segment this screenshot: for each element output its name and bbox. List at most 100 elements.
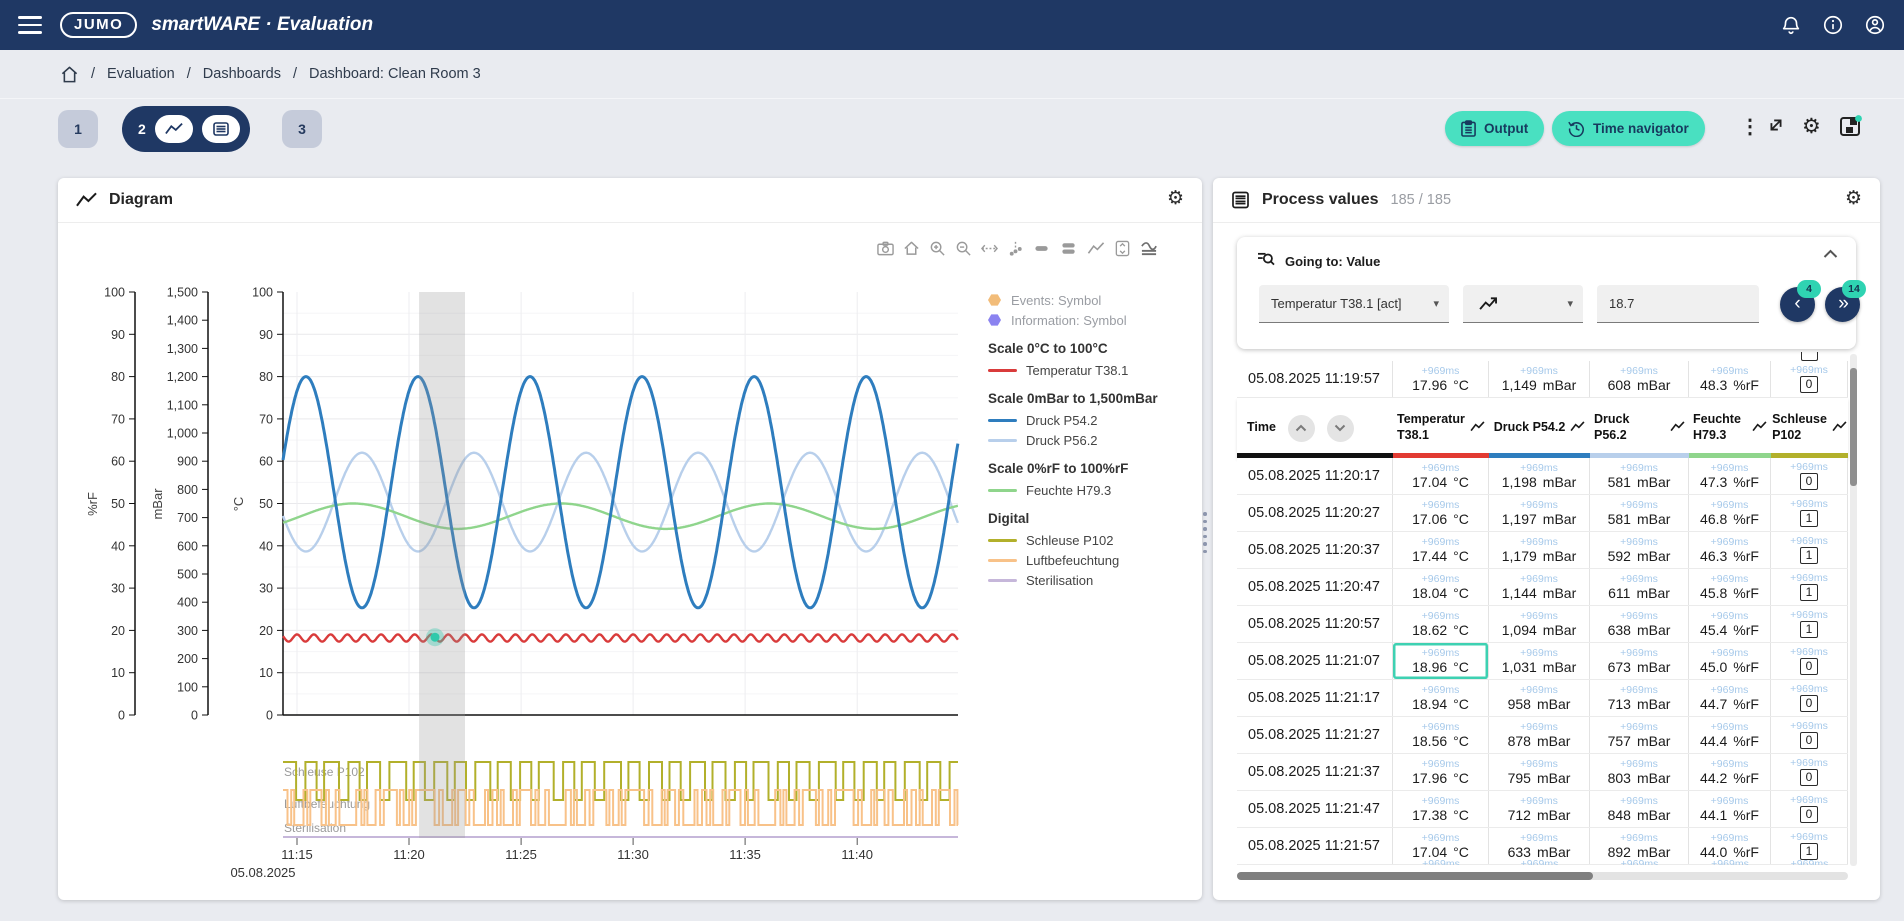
series-line-icon — [1752, 419, 1767, 437]
legend-series-item[interactable]: Druck P56.2 — [988, 430, 1193, 450]
series-line-icon — [1670, 419, 1685, 437]
output-button[interactable]: Output — [1445, 111, 1544, 146]
page-settings-gear-icon[interactable]: ⚙ — [1802, 114, 1821, 139]
sort-down-button[interactable] — [1327, 415, 1354, 442]
table-row[interactable]: 05.08.2025 11:20:57+969ms18.62°C+969ms1,… — [1237, 606, 1848, 643]
ms-offset: +969ms — [1711, 500, 1749, 511]
info-icon[interactable] — [1822, 14, 1844, 36]
breadcrumb-separator: / — [293, 66, 297, 82]
value-cell: +969ms581mBar — [1590, 458, 1689, 494]
table-row[interactable]: 05.08.2025 11:21:37+969ms17.96°C+969ms79… — [1237, 754, 1848, 791]
hexagon-marker-icon — [988, 294, 1001, 306]
column-header[interactable]: Feuchte H79.3 — [1689, 398, 1771, 458]
value-cell: +969ms0 — [1771, 754, 1848, 790]
tab-page-3[interactable]: 3 — [282, 110, 322, 148]
goto-next-button[interactable]: » 14 — [1825, 287, 1860, 322]
account-icon[interactable] — [1864, 14, 1886, 36]
column-header[interactable]: Druck P56.2 — [1590, 398, 1689, 458]
home-icon[interactable] — [60, 65, 79, 84]
value-cell: +969ms17.96°C — [1393, 361, 1489, 397]
value-cell: +969ms46.8%rF — [1689, 495, 1771, 531]
time-cell: 05.08.2025 11:19:57 — [1237, 361, 1393, 397]
process-values-gear-icon[interactable]: ⚙ — [1845, 187, 1862, 209]
clipboard-icon — [1461, 120, 1476, 137]
table-row[interactable]: 05.08.2025 11:21:07+969ms18.96°C+969ms1,… — [1237, 643, 1848, 680]
value-cell: +969ms878mBar — [1489, 717, 1590, 753]
ms-offset: +969ms — [1711, 722, 1749, 733]
column-header-time[interactable]: Time — [1237, 398, 1393, 458]
diagram-view-toggle[interactable] — [155, 115, 193, 143]
more-options-kebab-icon[interactable]: ⋮ — [1740, 114, 1760, 139]
ms-offset: +969ms — [1790, 499, 1828, 510]
digital-value-box: 1 — [1800, 621, 1818, 638]
svg-text:700: 700 — [177, 511, 198, 525]
svg-text:1,300: 1,300 — [167, 342, 198, 356]
tab-page-2-active[interactable]: 2 — [122, 106, 250, 152]
legend-series-item[interactable]: Luftbefeuchtung — [988, 550, 1193, 570]
svg-text:11:20: 11:20 — [393, 847, 425, 862]
save-dashboard-icon[interactable] — [1838, 114, 1862, 143]
ms-offset: +969ms — [1790, 462, 1828, 473]
table-view-toggle[interactable] — [202, 115, 240, 143]
ms-offset: +969ms — [1790, 758, 1828, 769]
tab-page-1[interactable]: 1 — [58, 110, 98, 148]
legend-scale-title: Scale 0mBar to 1,500mBar — [988, 391, 1193, 406]
hamburger-menu-icon[interactable] — [18, 16, 42, 34]
table-row[interactable]: 05.08.2025 11:21:47+969ms17.38°C+969ms71… — [1237, 791, 1848, 828]
legend-series-item[interactable]: Schleuse P102 — [988, 530, 1193, 550]
table-row[interactable]: 05.08.2025 11:20:27+969ms17.06°C+969ms1,… — [1237, 495, 1848, 532]
legend-symbol-item[interactable]: Information: Symbol — [988, 310, 1193, 330]
legend-series-item[interactable]: Sterilisation — [988, 570, 1193, 590]
legend-series-item[interactable]: Temperatur T38.1 — [988, 360, 1193, 380]
legend-series-item[interactable]: Druck P54.2 — [988, 410, 1193, 430]
digital-value-box: 1 — [1800, 584, 1818, 601]
sort-up-button[interactable] — [1288, 415, 1315, 442]
svg-text:1,500: 1,500 — [167, 286, 198, 300]
table-row[interactable]: 05.08.2025 11:21:27+969ms18.56°C+969ms87… — [1237, 717, 1848, 754]
ms-offset: +969ms — [1422, 833, 1460, 844]
value-cell: +969ms1,179mBar — [1489, 532, 1590, 568]
goto-previous-button[interactable]: ‹ 4 — [1780, 287, 1815, 322]
notifications-bell-icon[interactable] — [1780, 14, 1802, 36]
signal-select[interactable]: Temperatur T38.1 [act] ▾ — [1259, 285, 1449, 323]
table-row[interactable]: 05.08.2025 11:20:17+969ms17.04°C+969ms1,… — [1237, 458, 1848, 495]
ms-offset: +969ms — [1422, 463, 1460, 474]
time-cell: 05.08.2025 11:21:07 — [1237, 643, 1393, 679]
series-line-icon — [1570, 419, 1585, 437]
value-cell: +969ms44.4%rF — [1689, 717, 1771, 753]
svg-text:50: 50 — [259, 497, 273, 511]
ms-offset: +969ms — [1422, 574, 1460, 585]
svg-text:70: 70 — [259, 412, 273, 426]
column-header[interactable]: Schleuse P102 — [1771, 398, 1848, 458]
table-vertical-scrollbar[interactable] — [1850, 354, 1857, 866]
time-navigator-button[interactable]: Time navigator — [1552, 111, 1705, 146]
chevron-down-icon: ▾ — [1567, 297, 1573, 310]
fullscreen-expand-icon[interactable] — [1765, 114, 1787, 141]
breadcrumb-evaluation[interactable]: Evaluation — [107, 66, 175, 82]
panel-resize-handle[interactable] — [1203, 512, 1207, 553]
table-horizontal-scrollbar[interactable] — [1237, 872, 1848, 880]
table-row[interactable]: 05.08.2025 11:21:17+969ms18.94°C+969ms95… — [1237, 680, 1848, 717]
column-header[interactable]: Temperatur T38.1 — [1393, 398, 1489, 458]
table-row[interactable]: 05.08.2025 11:20:47+969ms18.04°C+969ms1,… — [1237, 569, 1848, 606]
breadcrumb-dashboards[interactable]: Dashboards — [203, 66, 281, 82]
ms-offset: +969ms — [1711, 366, 1749, 377]
value-cell: +969ms44.7%rF — [1689, 680, 1771, 716]
legend-series-item[interactable]: Feuchte H79.3 — [988, 480, 1193, 500]
column-header[interactable]: Druck P54.2 — [1489, 398, 1590, 458]
svg-text:11:40: 11:40 — [841, 847, 873, 862]
value-cell: +969ms17.04°C — [1393, 458, 1489, 494]
value-input[interactable]: 18.7 — [1597, 285, 1759, 323]
svg-text:20: 20 — [111, 624, 125, 638]
value-cell: +969ms0 — [1771, 643, 1848, 679]
condition-select[interactable]: ▾ — [1463, 285, 1583, 323]
table-row[interactable]: 05.08.2025 11:20:37+969ms17.44°C+969ms1,… — [1237, 532, 1848, 569]
collapse-chevron-icon[interactable] — [1823, 249, 1838, 259]
ms-offset: +969ms — [1520, 796, 1558, 807]
legend-symbol-item[interactable]: Events: Symbol — [988, 290, 1193, 310]
svg-text:100: 100 — [177, 680, 198, 694]
ms-offset: +969ms — [1790, 684, 1828, 695]
table-row[interactable]: 05.08.2025 11:19:57+969ms17.96°C+969ms1,… — [1237, 361, 1848, 398]
time-selection-band — [419, 292, 465, 838]
value-cell: +969ms0 — [1771, 717, 1848, 753]
